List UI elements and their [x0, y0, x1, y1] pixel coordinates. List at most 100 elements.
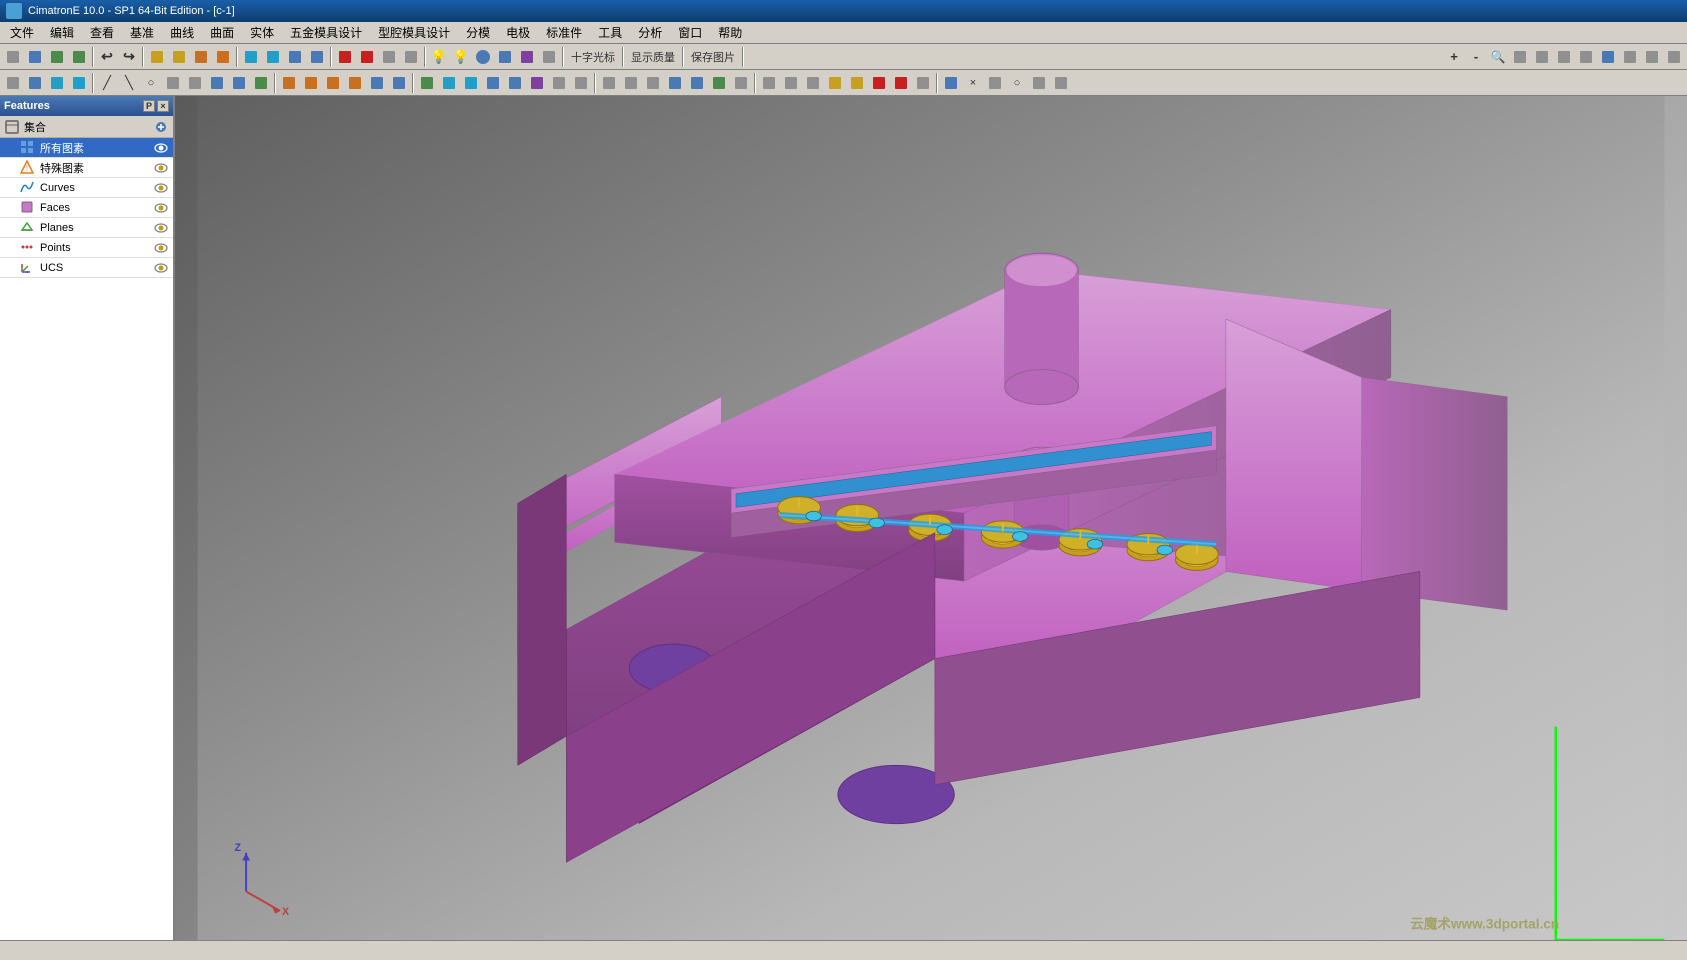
tb-magnify[interactable]: 🔍	[1487, 46, 1509, 68]
tb2-b29[interactable]	[642, 72, 664, 94]
tb-zoom-in[interactable]: +	[1443, 46, 1465, 68]
menu-item-工具[interactable]: 工具	[590, 22, 630, 43]
tb-r2[interactable]	[1531, 46, 1553, 68]
feature-item-ucs[interactable]: UCS	[0, 258, 173, 278]
tb2-b22[interactable]	[482, 72, 504, 94]
menu-item-标准件[interactable]: 标准件	[538, 22, 590, 43]
tb-light3[interactable]	[472, 46, 494, 68]
tb-b10[interactable]	[356, 46, 378, 68]
tb2-b14[interactable]	[300, 72, 322, 94]
tb2-b7[interactable]: ○	[140, 72, 162, 94]
menu-item-型腔模具设计[interactable]: 型腔模具设计	[370, 22, 458, 43]
menu-item-窗口[interactable]: 窗口	[670, 22, 710, 43]
tb2-b21[interactable]	[460, 72, 482, 94]
tb2-b19[interactable]	[416, 72, 438, 94]
tb2-b13[interactable]	[278, 72, 300, 94]
tb2-b17[interactable]	[366, 72, 388, 94]
special-elements-eye[interactable]	[153, 160, 169, 176]
tb2-b3[interactable]	[46, 72, 68, 94]
curves-eye[interactable]	[153, 180, 169, 196]
menu-item-电极[interactable]: 电极	[498, 22, 538, 43]
tb2-b6[interactable]: ╲	[118, 72, 140, 94]
tb-b7[interactable]	[284, 46, 306, 68]
feature-item-all-elements[interactable]: 所有图素	[0, 138, 173, 158]
tb-open[interactable]	[24, 46, 46, 68]
planes-eye[interactable]	[153, 220, 169, 236]
menu-item-分析[interactable]: 分析	[630, 22, 670, 43]
tb-r1[interactable]	[1509, 46, 1531, 68]
tb2-b39[interactable]	[868, 72, 890, 94]
tb2-b36[interactable]	[802, 72, 824, 94]
tb2-b20[interactable]	[438, 72, 460, 94]
tb2-b10[interactable]	[206, 72, 228, 94]
all-elements-eye[interactable]	[153, 140, 169, 156]
tb2-b15[interactable]	[322, 72, 344, 94]
feature-item-faces[interactable]: Faces	[0, 198, 173, 218]
tb2-b44[interactable]	[984, 72, 1006, 94]
tb-b5[interactable]	[240, 46, 262, 68]
tb-b2[interactable]	[168, 46, 190, 68]
tb2-b37[interactable]	[824, 72, 846, 94]
group-add-btn[interactable]	[153, 119, 169, 135]
tb-b8[interactable]	[306, 46, 328, 68]
tb2-b5[interactable]: ╱	[96, 72, 118, 94]
tb-r8[interactable]	[1663, 46, 1685, 68]
tb-save[interactable]	[46, 46, 68, 68]
feature-item-planes[interactable]: Planes	[0, 218, 173, 238]
menu-item-曲面[interactable]: 曲面	[202, 22, 242, 43]
tb2-b11[interactable]	[228, 72, 250, 94]
tb2-b45[interactable]: ○	[1006, 72, 1028, 94]
tb2-b38[interactable]	[846, 72, 868, 94]
tb2-b27[interactable]	[598, 72, 620, 94]
tb2-b26[interactable]	[570, 72, 592, 94]
tb2-b8[interactable]	[162, 72, 184, 94]
tb2-b25[interactable]	[548, 72, 570, 94]
menu-item-基准[interactable]: 基准	[122, 22, 162, 43]
tb2-b4[interactable]	[68, 72, 90, 94]
menu-item-查看[interactable]: 查看	[82, 22, 122, 43]
tb-r4[interactable]	[1575, 46, 1597, 68]
tb2-b28[interactable]	[620, 72, 642, 94]
points-eye[interactable]	[153, 240, 169, 256]
tb-r3[interactable]	[1553, 46, 1575, 68]
tb2-b43[interactable]: ×	[962, 72, 984, 94]
menu-item-帮助[interactable]: 帮助	[710, 22, 750, 43]
tb-b1[interactable]	[146, 46, 168, 68]
tb-light2[interactable]: 💡	[450, 46, 472, 68]
tb-b12[interactable]	[400, 46, 422, 68]
tb2-b30[interactable]	[664, 72, 686, 94]
tb-b13[interactable]	[494, 46, 516, 68]
tb2-b42[interactable]	[940, 72, 962, 94]
tb-b3[interactable]	[190, 46, 212, 68]
menu-item-实体[interactable]: 实体	[242, 22, 282, 43]
ucs-eye[interactable]	[153, 260, 169, 276]
tb-undo[interactable]: ↩	[96, 46, 118, 68]
feature-item-special-elements[interactable]: ! 特殊图素	[0, 158, 173, 178]
tb-r5[interactable]	[1597, 46, 1619, 68]
tb2-b32[interactable]	[708, 72, 730, 94]
tb2-b41[interactable]	[912, 72, 934, 94]
tb2-b46[interactable]	[1028, 72, 1050, 94]
tb-redo[interactable]: ↪	[118, 46, 140, 68]
tb2-b1[interactable]	[2, 72, 24, 94]
tb-r7[interactable]	[1641, 46, 1663, 68]
tb2-b23[interactable]	[504, 72, 526, 94]
tb2-b18[interactable]	[388, 72, 410, 94]
tb-b6[interactable]	[262, 46, 284, 68]
tb2-b31[interactable]	[686, 72, 708, 94]
feature-item-points[interactable]: Points	[0, 238, 173, 258]
menu-item-编辑[interactable]: 编辑	[42, 22, 82, 43]
tb2-b40[interactable]	[890, 72, 912, 94]
menu-item-分模[interactable]: 分模	[458, 22, 498, 43]
menu-item-五金模具设计[interactable]: 五金模具设计	[282, 22, 370, 43]
tb-light[interactable]: 💡	[428, 46, 450, 68]
tb-b11[interactable]	[378, 46, 400, 68]
tb2-b2[interactable]	[24, 72, 46, 94]
tb2-b33[interactable]	[730, 72, 752, 94]
tb-b15[interactable]	[538, 46, 560, 68]
menu-item-曲线[interactable]: 曲线	[162, 22, 202, 43]
tb2-b35[interactable]	[780, 72, 802, 94]
tb-zoom-out[interactable]: -	[1465, 46, 1487, 68]
tb2-b47[interactable]	[1050, 72, 1072, 94]
tb-b14[interactable]	[516, 46, 538, 68]
